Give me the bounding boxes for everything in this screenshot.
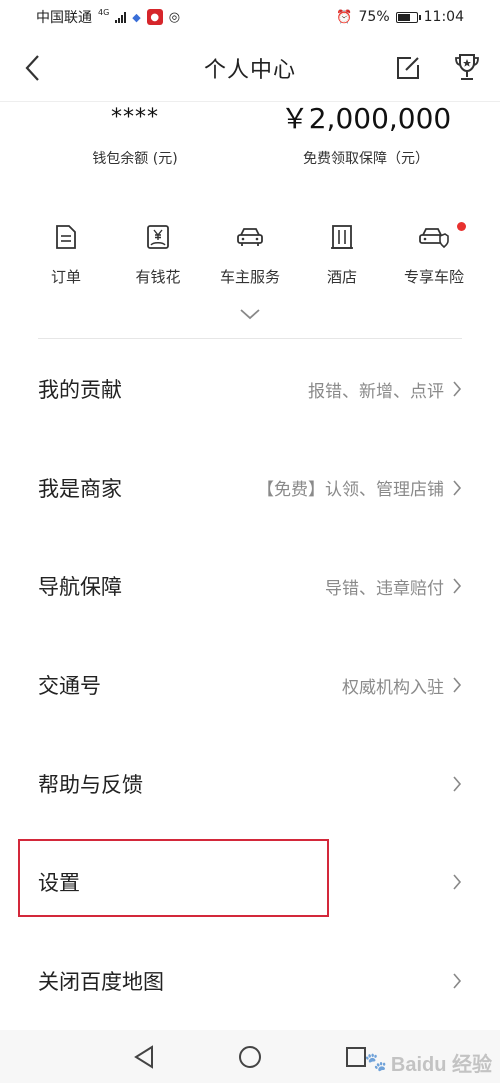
quick-item-car-service[interactable]: 车主服务 xyxy=(204,222,296,302)
menu-hint: 报错、新增、点评 xyxy=(308,381,444,402)
header: 个人中心 xyxy=(0,34,500,102)
page-title: 个人中心 xyxy=(203,57,296,83)
menu-title: 我的贡献 xyxy=(38,378,122,403)
quick-label: 车主服务 xyxy=(219,268,280,286)
network-type: 4G xyxy=(98,8,110,17)
chevron-right-icon xyxy=(453,776,462,792)
chevron-left-icon xyxy=(25,55,39,81)
yen-card-icon xyxy=(147,225,169,249)
chevron-right-icon xyxy=(453,973,462,989)
menu-title: 帮助与反馈 xyxy=(38,772,143,797)
signal-icon xyxy=(115,11,127,23)
free-insurance-value: ￥2,000,000 xyxy=(280,102,452,135)
triangle-back-icon xyxy=(134,1044,153,1069)
nav-back-button[interactable] xyxy=(131,1044,157,1070)
chevron-right-icon xyxy=(453,480,462,496)
wallet-balance-value: **** xyxy=(111,105,159,130)
clock: 11:04 xyxy=(423,9,464,25)
wallet-stats: **** 钱包余额 (元) ￥2,000,000 免费领取保障（元） xyxy=(0,102,500,182)
expand-button[interactable] xyxy=(238,306,262,320)
quick-actions: 订单 有钱花 车主服务 酒店 专享车险 xyxy=(20,222,480,302)
mic-icon: ● xyxy=(146,9,163,25)
status-left: 中国联通 4G ◆ ● ◎ xyxy=(36,7,180,27)
quick-label: 订单 xyxy=(50,268,81,286)
menu-hint: 权威机构入驻 xyxy=(342,677,444,698)
menu-title: 导航保障 xyxy=(38,575,122,600)
edit-icon xyxy=(397,57,419,79)
free-insurance-label: 免费领取保障（元） xyxy=(303,151,429,167)
menu-hint: 导错、违章赔付 xyxy=(325,578,444,599)
screen: 中国联通 4G ◆ ● ◎ ⏰ 75% 11:04 个人中心 **** 钱包余额… xyxy=(0,0,500,1083)
wechat-icon: ◎ xyxy=(168,9,181,25)
chevron-down-icon xyxy=(240,309,260,320)
quick-item-loan[interactable]: 有钱花 xyxy=(112,222,204,302)
menu-hint: 【免费】认领、管理店铺 xyxy=(257,480,444,501)
chevron-right-icon xyxy=(453,874,462,890)
highlight-annotation-box xyxy=(18,839,329,917)
chevron-right-icon xyxy=(453,381,462,397)
watermark-text: Baidu 经验 xyxy=(390,1054,492,1076)
quick-label: 有钱花 xyxy=(135,268,181,286)
status-bar: 中国联通 4G ◆ ● ◎ ⏰ 75% 11:04 xyxy=(0,0,500,34)
trophy-icon xyxy=(455,54,479,80)
notification-badge xyxy=(457,222,466,231)
status-right: ⏰ 75% 11:04 xyxy=(336,9,464,25)
quick-item-car-insurance[interactable]: 专享车险 xyxy=(388,222,480,302)
nav-home-button[interactable] xyxy=(237,1044,263,1070)
chevron-right-icon xyxy=(453,677,462,693)
wallet-balance-label: 钱包余额 (元) xyxy=(92,151,178,167)
baidu-watermark: 🐾 Baidu 经验 xyxy=(364,1048,492,1077)
menu-item-contribution[interactable]: 我的贡献 报错、新增、点评 xyxy=(0,340,500,439)
circle-home-icon xyxy=(239,1045,261,1068)
car-shield-icon xyxy=(419,228,449,249)
menu-title: 关闭百度地图 xyxy=(38,969,164,994)
menu-item-nav-guarantee[interactable]: 导航保障 导错、违章赔付 xyxy=(0,537,500,636)
trophy-button[interactable] xyxy=(453,52,481,82)
back-button[interactable] xyxy=(18,52,46,84)
free-insurance[interactable]: ￥2,000,000 免费领取保障（元） xyxy=(276,102,456,168)
battery-icon xyxy=(395,11,421,23)
menu-item-merchant[interactable]: 我是商家 【免费】认领、管理店铺 xyxy=(0,439,500,538)
menu-item-help-feedback[interactable]: 帮助与反馈 xyxy=(0,734,500,833)
quick-label: 专享车险 xyxy=(403,268,464,286)
building-icon xyxy=(331,225,353,249)
menu-title: 交通号 xyxy=(38,674,101,699)
carrier-name: 中国联通 xyxy=(36,10,92,26)
quick-item-orders[interactable]: 订单 xyxy=(20,222,112,302)
document-icon xyxy=(56,225,76,249)
baidu-notify-icon: ◆ xyxy=(132,10,141,24)
edit-button[interactable] xyxy=(394,54,422,82)
alarm-icon: ⏰ xyxy=(336,9,353,25)
quick-label: 酒店 xyxy=(326,268,357,286)
chevron-right-icon xyxy=(453,578,462,595)
battery-percent: 75% xyxy=(358,9,390,25)
paw-icon: 🐾 xyxy=(364,1052,387,1072)
quick-item-hotel[interactable]: 酒店 xyxy=(296,222,388,302)
menu-item-traffic-account[interactable]: 交通号 权威机构入驻 xyxy=(0,636,500,735)
divider xyxy=(38,338,462,339)
wallet-balance[interactable]: **** 钱包余额 (元) xyxy=(70,102,200,168)
menu-list: 我的贡献 报错、新增、点评 我是商家 【免费】认领、管理店铺 导航保障 导错、违… xyxy=(0,340,500,1030)
menu-title: 我是商家 xyxy=(38,476,122,501)
menu-item-close-app[interactable]: 关闭百度地图 xyxy=(0,932,500,1031)
car-icon xyxy=(237,228,263,246)
